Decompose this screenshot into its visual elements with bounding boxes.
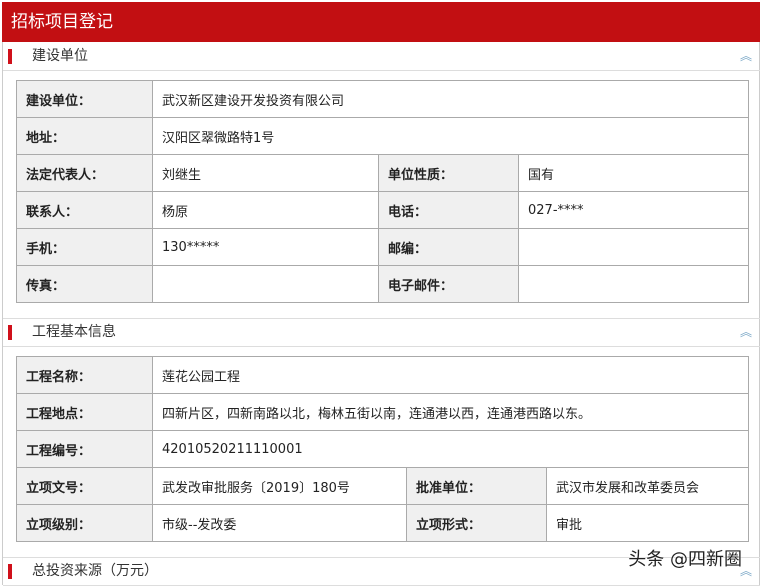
table-row: 工程地点： 四新片区，四新南路以北，梅林五街以南，连通港以西，连通港西路以东。 (16, 393, 749, 431)
section-marker (8, 49, 12, 64)
builder-label: 建设单位： (16, 80, 153, 118)
contact-value: 杨原 (152, 191, 379, 229)
doc-label: 立项文号： (16, 467, 153, 505)
collapse-icon[interactable]: ︽ (740, 319, 752, 346)
email-label: 电子邮件： (378, 265, 519, 303)
contact-label: 联系人： (16, 191, 153, 229)
collapse-icon[interactable]: ︽ (740, 43, 752, 70)
nature-label: 单位性质： (378, 154, 519, 192)
doc-value: 武发改审批服务〔2019〕180号 (152, 467, 407, 505)
phone-label: 电话： (378, 191, 519, 229)
section-marker (8, 325, 12, 340)
table-row: 立项文号： 武发改审批服务〔2019〕180号 批准单位： 武汉市发展和改革委员会 (16, 467, 749, 505)
fax-label: 传真： (16, 265, 153, 303)
table-row: 建设单位： 武汉新区建设开发投资有限公司 (16, 80, 749, 118)
address-label: 地址： (16, 117, 153, 155)
postcode-label: 邮编： (378, 228, 519, 266)
email-value (518, 265, 749, 303)
table-row: 联系人： 杨原 电话： 027-**** (16, 191, 749, 229)
table-row: 地址： 汉阳区翠微路特1号 (16, 117, 749, 155)
section-title: 工程基本信息 (32, 324, 116, 340)
legal-value: 刘继生 (152, 154, 379, 192)
builder-value: 武汉新区建设开发投资有限公司 (152, 80, 749, 118)
table-row: 工程编号： 42010520211110001 (16, 430, 749, 468)
nature-value: 国有 (518, 154, 749, 192)
table-row: 立项级别： 市级--发改委 立项形式： 审批 (16, 504, 749, 542)
form-value: 审批 (546, 504, 749, 542)
approver-value: 武汉市发展和改革委员会 (546, 467, 749, 505)
unit-table: 建设单位： 武汉新区建设开发投资有限公司 地址： 汉阳区翠微路特1号 法定代表人：刘… (16, 80, 749, 303)
name-value: 莲花公园工程 (152, 356, 749, 394)
watermark: 头条 @四新圈 (628, 549, 742, 570)
table-row: 法定代表人： 刘继生 单位性质： 国有 (16, 154, 749, 192)
legal-label: 法定代表人： (16, 154, 153, 192)
location-label: 工程地点： (16, 393, 153, 431)
table-row: 工程名称： 莲花公园工程 (16, 356, 749, 394)
code-label: 工程编号： (16, 430, 153, 468)
form-label: 立项形式： (406, 504, 547, 542)
section-header-unit[interactable]: 建设单位 ︽ (3, 43, 760, 71)
approver-label: 批准单位： (406, 467, 547, 505)
level-label: 立项级别： (16, 504, 153, 542)
location-value: 四新片区，四新南路以北，梅林五街以南，连通港以西，连通港西路以东。 (152, 393, 749, 431)
table-row: 手机： 130***** 邮编： (16, 228, 749, 266)
section-title: 总投资来源（万元） (32, 563, 158, 579)
phone-value: 027-**** (518, 191, 749, 229)
mobile-label: 手机： (16, 228, 153, 266)
postcode-value (518, 228, 749, 266)
code-value: 42010520211110001 (152, 430, 749, 468)
level-value: 市级--发改委 (152, 504, 407, 542)
mobile-value: 130***** (152, 228, 379, 266)
address-value: 汉阳区翠微路特1号 (152, 117, 749, 155)
name-label: 工程名称： (16, 356, 153, 394)
fax-value (152, 265, 379, 303)
project-table: 工程名称： 莲花公园工程 工程地点： 四新片区，四新南路以北，梅林五街以南，连通港以… (16, 356, 749, 542)
page-title: 招标项目登记 (2, 2, 760, 42)
section-marker (8, 564, 12, 579)
table-row: 传真： 电子邮件： (16, 265, 749, 303)
section-header-project[interactable]: 工程基本信息 ︽ (3, 318, 760, 347)
section-title: 建设单位 (32, 48, 88, 64)
